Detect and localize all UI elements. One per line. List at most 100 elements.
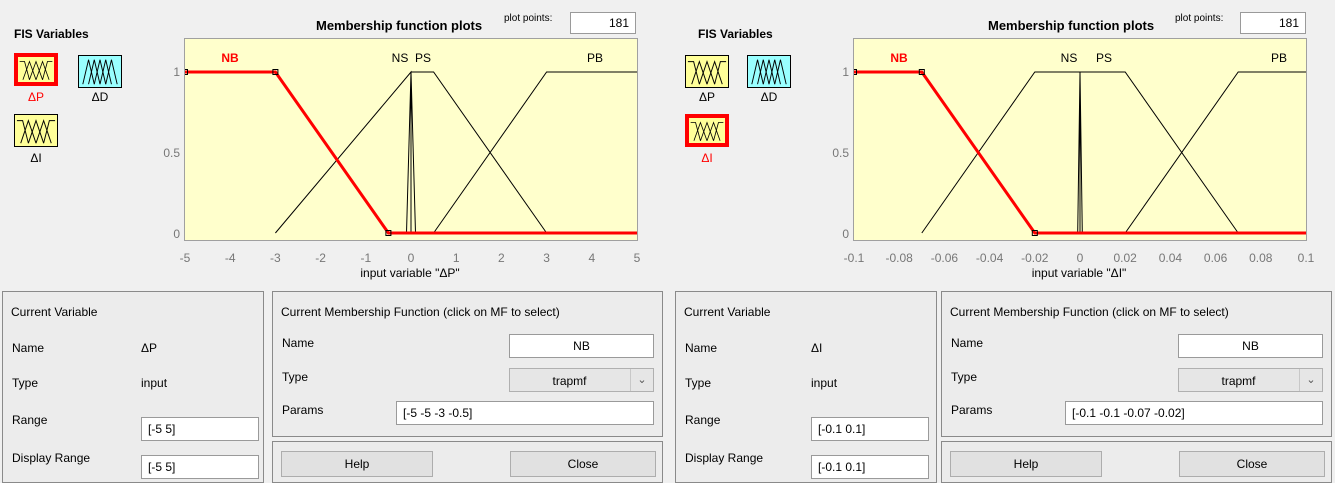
close-button[interactable]: Close xyxy=(510,451,656,477)
mf-curve-pb[interactable] xyxy=(433,71,637,234)
help-button[interactable]: Help xyxy=(950,451,1102,477)
x-tick-label: 0.02 xyxy=(1113,251,1137,265)
button-panel: Help Close xyxy=(941,441,1332,483)
x-tick-label: 3 xyxy=(543,251,550,265)
x-tick-label: -2 xyxy=(315,251,326,265)
membership-plot-svg[interactable]: NB NS PS PB xyxy=(185,39,637,240)
button-panel: Help Close xyxy=(272,441,663,483)
variable-label-dp: ΔP xyxy=(698,90,716,104)
variable-type-value: input xyxy=(811,376,838,390)
mf-type-label: Type xyxy=(951,370,978,384)
plot-points-label: plot points: xyxy=(1175,13,1224,24)
membership-plot-axes[interactable]: NB NS PS PB xyxy=(853,38,1307,241)
x-tick-label: 1 xyxy=(452,251,460,265)
x-tick-label: -0.1 xyxy=(843,251,865,265)
input-variable-dp-icon[interactable] xyxy=(685,55,729,88)
display-range-label: Display Range xyxy=(685,451,764,465)
mf-curve-ps[interactable] xyxy=(1079,71,1239,234)
current-variable-panel: Current Variable Name ΔI Type input Rang… xyxy=(675,291,937,483)
variable-name-value: ΔI xyxy=(811,341,823,355)
mf-type-label: Type xyxy=(282,370,309,384)
variable-type-value: input xyxy=(141,376,168,390)
membership-plot-svg[interactable]: NB NS PS PB xyxy=(854,39,1306,240)
range-label: Range xyxy=(685,413,721,427)
y-tick-label: 0 xyxy=(173,227,180,241)
mf-curve-ps[interactable] xyxy=(410,71,548,234)
right-editor-pane: FIS Variables ΔP ΔD ΔI Membership functi… xyxy=(668,0,1335,483)
current-mf-panel: Current Membership Function (click on MF… xyxy=(272,291,663,437)
variable-label-di: ΔI xyxy=(701,151,713,165)
mf-curve-ns[interactable] xyxy=(921,71,1081,234)
x-tick-label: -0.06 xyxy=(930,251,959,265)
mf-label-nb: NB xyxy=(221,51,239,65)
variable-name-value: ΔP xyxy=(141,341,158,355)
x-tick-label: -3 xyxy=(270,251,281,265)
x-tick-label: -4 xyxy=(224,251,236,265)
mf-type-value: trapmf xyxy=(552,374,587,388)
x-tick-label: -5 xyxy=(179,251,191,265)
mf-params-input[interactable]: [-5 -5 -3 -0.5] xyxy=(396,401,654,425)
plot-title: Membership function plots xyxy=(316,18,483,33)
current-mf-title: Current Membership Function (click on MF… xyxy=(950,305,1229,319)
y-tick-label: 0 xyxy=(842,227,849,241)
name-label: Name xyxy=(685,341,718,355)
mf-label-ns: NS xyxy=(1061,51,1078,65)
name-label: Name xyxy=(12,341,45,355)
chevron-down-icon[interactable]: ⌄ xyxy=(1299,369,1322,391)
mf-name-label: Name xyxy=(282,336,315,350)
mf-params-label: Params xyxy=(951,403,993,417)
mf-label-pb: PB xyxy=(587,51,603,65)
plot-title: Membership function plots xyxy=(988,18,1155,33)
plot-points-label: plot points: xyxy=(504,13,553,24)
input-variable-di-icon[interactable] xyxy=(14,114,58,147)
output-variable-dd-icon[interactable] xyxy=(78,55,122,88)
membership-plot-axes[interactable]: NB NS PS PB xyxy=(184,38,638,241)
mf-label-ps: PS xyxy=(415,51,431,65)
input-variable-dp-icon[interactable] xyxy=(14,53,58,86)
y-tick-label: 1 xyxy=(842,65,849,79)
x-tick-label: 4 xyxy=(588,251,596,265)
y-tick-label: 1 xyxy=(173,65,180,79)
mf-name-input[interactable]: NB xyxy=(509,334,654,358)
current-variable-title: Current Variable xyxy=(11,305,98,319)
variable-label-dd: ΔD xyxy=(760,90,778,104)
variable-label-di: ΔI xyxy=(30,151,42,165)
input-variable-di-icon[interactable] xyxy=(685,114,729,147)
left-editor-pane: FIS Variables ΔP ΔD ΔI Membership functi… xyxy=(0,0,668,483)
output-variable-dd-icon[interactable] xyxy=(747,55,791,88)
mf-curve-ns[interactable] xyxy=(275,70,412,234)
mf-label-ps: PS xyxy=(1096,51,1112,65)
mf-params-input[interactable]: [-0.1 -0.1 -0.07 -0.02] xyxy=(1065,401,1323,425)
current-mf-title: Current Membership Function (click on MF… xyxy=(281,305,560,319)
close-button[interactable]: Close xyxy=(1179,451,1325,477)
x-tick-label: 2 xyxy=(498,251,505,265)
mf-curve-pb[interactable] xyxy=(1124,71,1306,234)
mf-type-select[interactable]: trapmf ⌄ xyxy=(1178,368,1323,392)
display-range-input[interactable]: [-5 5] xyxy=(141,455,259,479)
current-variable-panel: Current Variable Name ΔP Type input Rang… xyxy=(2,291,264,483)
y-tick-label: 0.5 xyxy=(832,146,849,160)
mf-name-label: Name xyxy=(951,336,984,350)
variable-label-dp: ΔP xyxy=(27,90,45,104)
x-tick-label: 0 xyxy=(407,251,415,265)
x-tick-label: 0.04 xyxy=(1158,251,1183,265)
fis-variables-title: FIS Variables xyxy=(698,27,773,41)
variable-label-dd: ΔD xyxy=(91,90,109,104)
range-input[interactable]: [-5 5] xyxy=(141,417,259,441)
x-tick-label: 0.08 xyxy=(1249,251,1273,265)
mf-label-ns: NS xyxy=(392,51,409,65)
current-variable-title: Current Variable xyxy=(684,305,771,319)
display-range-label: Display Range xyxy=(12,451,91,465)
display-range-input[interactable]: [-0.1 0.1] xyxy=(811,455,929,479)
mf-name-input[interactable]: NB xyxy=(1178,334,1323,358)
x-tick-label: -0.08 xyxy=(885,251,913,265)
mf-label-pb: PB xyxy=(1271,51,1287,65)
x-tick-label: 0 xyxy=(1076,251,1084,265)
help-button[interactable]: Help xyxy=(281,451,433,477)
type-label: Type xyxy=(685,376,712,390)
plot-points-input[interactable]: 181 xyxy=(570,12,636,34)
plot-points-input[interactable]: 181 xyxy=(1240,12,1306,34)
range-input[interactable]: [-0.1 0.1] xyxy=(811,417,929,441)
chevron-down-icon[interactable]: ⌄ xyxy=(630,369,653,391)
mf-type-select[interactable]: trapmf ⌄ xyxy=(509,368,654,392)
